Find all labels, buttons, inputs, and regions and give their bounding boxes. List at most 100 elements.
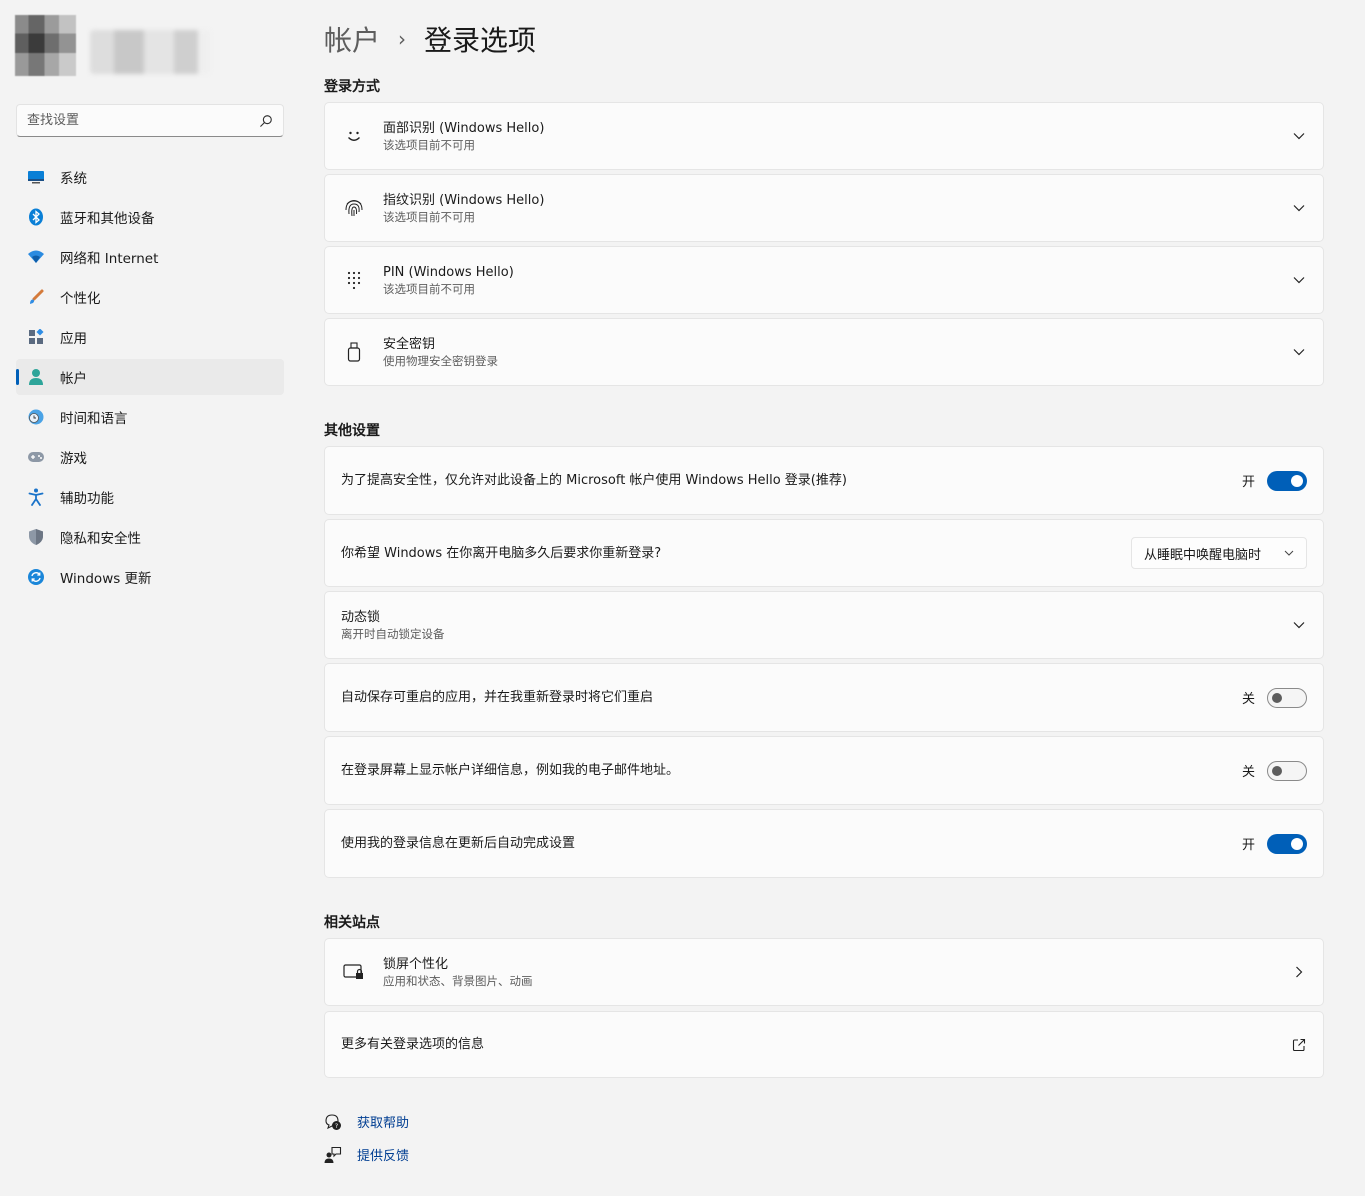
- chevron-down-icon: [1284, 550, 1294, 556]
- restart-apps-setting: 自动保存可重启的应用，并在我重新登录时将它们重启 关: [324, 663, 1324, 732]
- bluetooth-icon: [26, 207, 46, 227]
- dynamic-lock-card[interactable]: 动态锁 离开时自动锁定设备: [324, 591, 1324, 659]
- search-icon[interactable]: [259, 114, 273, 128]
- sidebar-item-privacy[interactable]: 隐私和安全性: [16, 519, 284, 555]
- sidebar-item-label: 蓝牙和其他设备: [60, 211, 155, 227]
- sidebar-item-label: 系统: [60, 171, 87, 187]
- setting-label: 你希望 Windows 在你离开电脑多久后要求你重新登录?: [341, 545, 662, 561]
- sidebar-item-label: 隐私和安全性: [60, 531, 141, 547]
- help-icon: ?: [325, 1113, 341, 1130]
- face-icon: [348, 131, 360, 141]
- sidebar-item-label: 网络和 Internet: [60, 251, 159, 267]
- chevron-right-icon: ›: [398, 27, 407, 51]
- show-account-details-setting: 在登录屏幕上显示帐户详细信息，例如我的电子邮件地址。 关: [324, 736, 1324, 805]
- show-account-details-toggle[interactable]: [1267, 760, 1307, 781]
- sidebar-item-gaming[interactable]: 游戏: [16, 439, 284, 475]
- sidebar-item-label: 个性化: [60, 291, 101, 307]
- chevron-down-icon[interactable]: [1293, 132, 1305, 140]
- more-info-link-card[interactable]: 更多有关登录选项的信息: [324, 1011, 1324, 1078]
- sidebar-item-bluetooth[interactable]: 蓝牙和其他设备: [16, 199, 284, 235]
- update-icon: [26, 567, 46, 587]
- sidebar-item-windows-update[interactable]: Windows 更新: [16, 559, 284, 595]
- sidebar-item-label: 帐户: [60, 371, 87, 387]
- sidebar-item-label: 辅助功能: [60, 491, 114, 507]
- user-name-redacted: [90, 30, 210, 74]
- fingerprint-card[interactable]: 指纹识别 (Windows Hello) 该选项目前不可用: [324, 174, 1324, 242]
- card-subtitle: 该选项目前不可用: [383, 137, 475, 152]
- card-title: 更多有关登录选项的信息: [341, 1037, 485, 1052]
- card-subtitle: 该选项目前不可用: [383, 209, 475, 224]
- sidebar-item-accounts[interactable]: 帐户: [16, 359, 284, 395]
- security-key-card[interactable]: 安全密钥 使用物理安全密钥登录: [324, 318, 1324, 386]
- sidebar-item-network[interactable]: 网络和 Internet: [16, 239, 284, 275]
- toggle-state-label: 开: [1241, 475, 1255, 490]
- usb-key-icon: [347, 342, 361, 362]
- sidebar-item-system[interactable]: 系统: [16, 159, 284, 195]
- breadcrumb-parent[interactable]: 帐户: [324, 19, 380, 59]
- get-help-link[interactable]: ? 获取帮助: [324, 1112, 409, 1131]
- pin-keypad-icon: [347, 271, 361, 289]
- restart-apps-toggle[interactable]: [1267, 687, 1307, 708]
- chevron-down-icon[interactable]: [1293, 348, 1305, 356]
- use-signin-info-setting: 使用我的登录信息在更新后自动完成设置 开: [324, 809, 1324, 878]
- external-link-icon[interactable]: [1292, 1038, 1306, 1052]
- search-input[interactable]: [27, 113, 259, 128]
- avatar[interactable]: [15, 15, 76, 76]
- sidebar-item-apps[interactable]: 应用: [16, 319, 284, 355]
- sidebar-item-label: 时间和语言: [60, 411, 128, 427]
- gamepad-icon: [26, 447, 46, 467]
- sidebar-nav: 系统 蓝牙和其他设备 网络和 Internet 个性化 应用 帐户 时间和语言 …: [16, 159, 284, 599]
- globe-clock-icon: [26, 407, 46, 427]
- section-title-related: 相关站点: [324, 915, 380, 931]
- toggle-state-label: 关: [1241, 765, 1255, 780]
- wifi-icon: [26, 247, 46, 267]
- sidebar-item-personalization[interactable]: 个性化: [16, 279, 284, 315]
- card-subtitle: 应用和状态、背景图片、动画: [383, 973, 533, 988]
- require-signin-dropdown[interactable]: 从睡眠中唤醒电脑时: [1131, 537, 1307, 569]
- card-title: 指纹识别 (Windows Hello): [383, 192, 545, 208]
- section-title-other-settings: 其他设置: [324, 423, 380, 439]
- get-help-label[interactable]: 获取帮助: [357, 1112, 409, 1131]
- card-title: 安全密钥: [383, 336, 436, 352]
- card-subtitle: 使用物理安全密钥登录: [383, 353, 498, 368]
- hello-only-setting: 为了提高安全性，仅允许对此设备上的 Microsoft 帐户使用 Windows…: [324, 446, 1324, 515]
- system-icon: [26, 167, 46, 187]
- dropdown-value: 从睡眠中唤醒电脑时: [1144, 547, 1262, 563]
- card-title: PIN (Windows Hello): [383, 264, 514, 280]
- search-box[interactable]: [16, 104, 284, 137]
- setting-label: 在登录屏幕上显示帐户详细信息，例如我的电子邮件地址。: [341, 763, 680, 778]
- sidebar-item-label: Windows 更新: [60, 571, 152, 587]
- lock-screen-icon: [343, 964, 363, 979]
- chevron-down-icon[interactable]: [1293, 276, 1305, 284]
- lock-screen-link-card[interactable]: 锁屏个性化 应用和状态、背景图片、动画: [324, 938, 1324, 1006]
- fingerprint-icon: [345, 200, 363, 217]
- chevron-right-icon[interactable]: [1295, 966, 1303, 978]
- sidebar-item-label: 应用: [60, 331, 87, 347]
- use-signin-info-toggle[interactable]: [1267, 833, 1307, 854]
- card-title: 动态锁: [341, 609, 381, 625]
- hello-only-toggle[interactable]: [1267, 470, 1307, 491]
- feedback-label[interactable]: 提供反馈: [357, 1145, 409, 1164]
- card-subtitle: 离开时自动锁定设备: [341, 626, 445, 641]
- face-recognition-card[interactable]: 面部识别 (Windows Hello) 该选项目前不可用: [324, 102, 1324, 170]
- feedback-icon: [324, 1146, 342, 1163]
- sidebar-item-time-language[interactable]: 时间和语言: [16, 399, 284, 435]
- shield-icon: [26, 527, 46, 547]
- card-title: 锁屏个性化: [383, 956, 449, 972]
- breadcrumb: 帐户 › 登录选项: [324, 18, 536, 60]
- accessibility-icon: [26, 487, 46, 507]
- pin-card[interactable]: PIN (Windows Hello) 该选项目前不可用: [324, 246, 1324, 314]
- card-subtitle: 该选项目前不可用: [383, 281, 475, 296]
- sidebar-item-accessibility[interactable]: 辅助功能: [16, 479, 284, 515]
- setting-label: 为了提高安全性，仅允许对此设备上的 Microsoft 帐户使用 Windows…: [341, 473, 847, 488]
- section-title-signin-methods: 登录方式: [324, 79, 380, 95]
- chevron-down-icon[interactable]: [1293, 621, 1305, 629]
- brush-icon: [26, 287, 46, 307]
- card-title: 面部识别 (Windows Hello): [383, 120, 545, 136]
- sidebar-item-label: 游戏: [60, 451, 87, 467]
- apps-icon: [26, 327, 46, 347]
- setting-label: 使用我的登录信息在更新后自动完成设置: [341, 836, 576, 851]
- chevron-down-icon[interactable]: [1293, 204, 1305, 212]
- feedback-link[interactable]: 提供反馈: [324, 1145, 409, 1164]
- account-icon: [26, 367, 46, 387]
